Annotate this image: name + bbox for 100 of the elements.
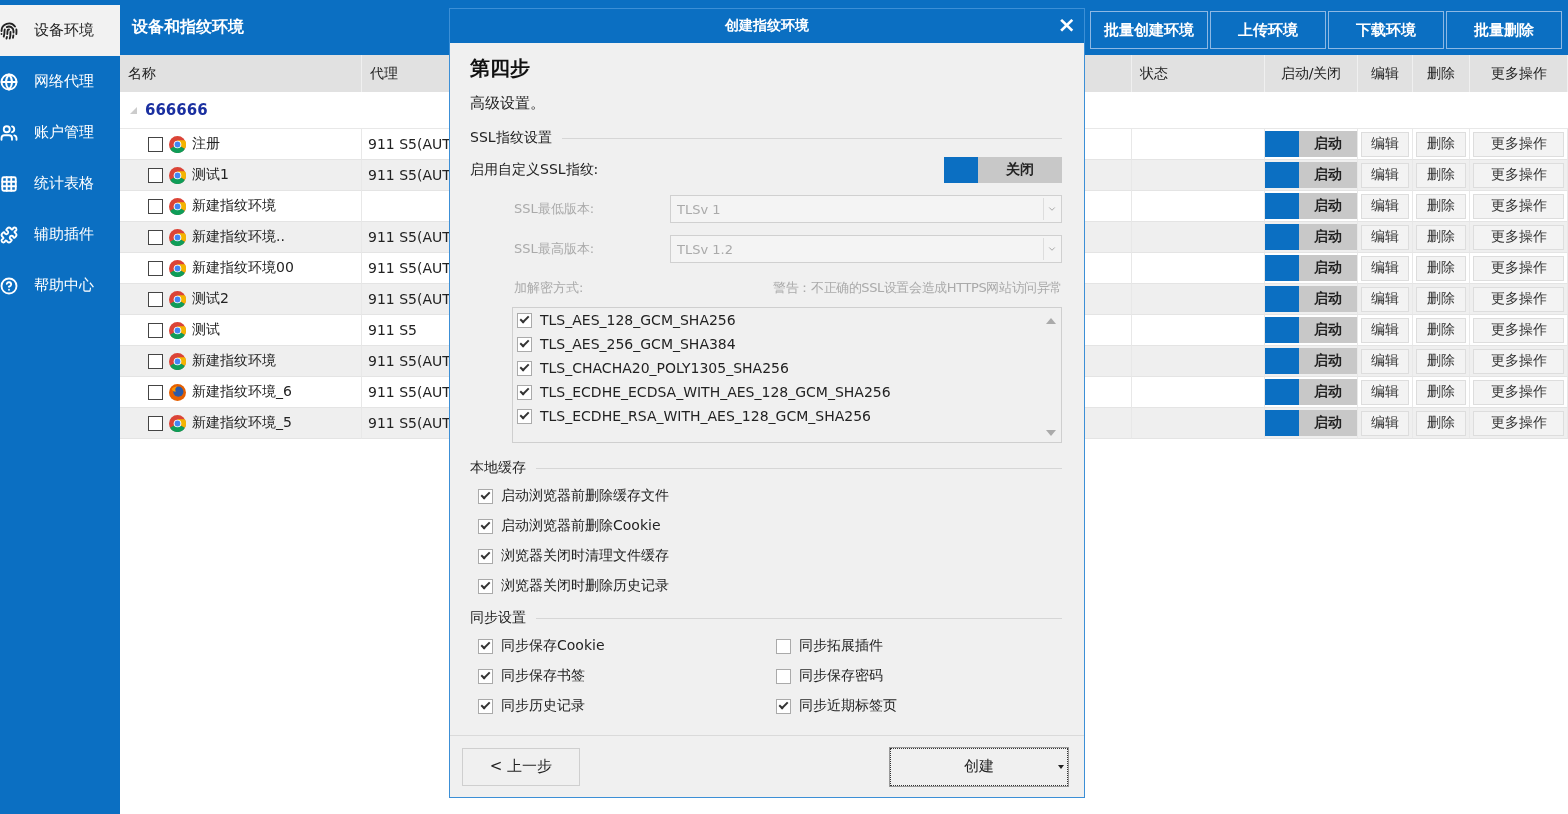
checkbox[interactable] (148, 198, 163, 214)
checkbox[interactable] (478, 668, 493, 684)
profile-name: 测试2 (192, 290, 229, 308)
action-button[interactable]: 编辑 (1361, 224, 1409, 250)
toggle-switch[interactable]: 关闭 (944, 157, 1062, 183)
checkbox[interactable] (478, 638, 493, 654)
checkbox[interactable] (478, 578, 493, 594)
action-button[interactable]: 编辑 (1361, 317, 1409, 343)
profile-name: 新建指纹环境.. (192, 228, 285, 246)
option-label: 同步保存密码 (799, 667, 883, 685)
create-button[interactable]: 创建 (890, 747, 1068, 786)
action-button[interactable]: 编辑 (1361, 286, 1409, 312)
profile-name: 新建指纹环境_6 (192, 383, 292, 401)
toolbar-button[interactable]: 下载环境 (1328, 11, 1444, 49)
toolbar-button[interactable]: 批量创建环境 (1090, 11, 1208, 49)
action-button[interactable]: 编辑 (1361, 162, 1409, 188)
step-subtitle: 高级设置。 (470, 94, 546, 113)
checkbox[interactable] (148, 260, 163, 276)
checkbox[interactable] (148, 291, 163, 307)
action-button[interactable]: 更多操作 (1473, 286, 1564, 312)
action-button[interactable]: 更多操作 (1473, 193, 1564, 219)
option-label: 同步保存Cookie (501, 637, 605, 655)
action-button[interactable]: 更多操作 (1473, 224, 1564, 250)
chrome-icon (169, 197, 186, 215)
profile-name: 新建指纹环境 (192, 352, 276, 370)
toggle-switch[interactable]: 启动 (1265, 348, 1357, 374)
toggle-switch[interactable]: 启动 (1265, 410, 1357, 436)
checkbox[interactable] (148, 136, 163, 152)
toggle-switch[interactable]: 启动 (1265, 286, 1357, 312)
checkbox[interactable] (148, 415, 163, 431)
page-title: 设备和指纹环境 (132, 17, 244, 38)
caret-icon (1046, 244, 1057, 254)
action-button[interactable]: 删除 (1416, 193, 1466, 219)
toggle-switch[interactable]: 启动 (1265, 224, 1357, 250)
toggle-switch[interactable]: 启动 (1265, 255, 1357, 281)
checkbox[interactable] (148, 229, 163, 245)
action-button[interactable]: 删除 (1416, 317, 1466, 343)
action-button[interactable]: 编辑 (1361, 348, 1409, 374)
toggle-switch[interactable]: 启动 (1265, 379, 1357, 405)
cipher-label: TLS_CHACHA20_POLY1305_SHA256 (540, 360, 789, 376)
checkbox[interactable] (776, 698, 791, 714)
toggle-switch[interactable]: 启动 (1265, 193, 1357, 219)
action-button[interactable]: 更多操作 (1473, 131, 1564, 157)
action-button[interactable]: 删除 (1416, 348, 1466, 374)
option-label: 同步近期标签页 (799, 697, 897, 715)
caret-icon (1046, 204, 1057, 214)
checkbox[interactable] (478, 488, 493, 504)
checkbox[interactable] (148, 322, 163, 338)
option-label: 同步历史记录 (501, 697, 585, 715)
action-button[interactable]: 编辑 (1361, 131, 1409, 157)
action-button[interactable]: 更多操作 (1473, 255, 1564, 281)
checkbox[interactable] (517, 384, 532, 400)
profile-name: 新建指纹环境00 (192, 259, 294, 277)
action-button[interactable]: 编辑 (1361, 379, 1409, 405)
column-header: 编辑 (1358, 55, 1413, 92)
caret-icon[interactable] (1058, 764, 1064, 769)
action-button[interactable]: 编辑 (1361, 255, 1409, 281)
action-button[interactable]: 删除 (1416, 255, 1466, 281)
action-button[interactable]: 删除 (1416, 162, 1466, 188)
toggle-switch[interactable]: 启动 (1265, 317, 1357, 343)
action-button[interactable]: 删除 (1416, 286, 1466, 312)
sidebar-item[interactable]: 设备环境 (0, 5, 120, 56)
section-title: 同步设置 (470, 609, 526, 627)
toggle-switch[interactable]: 启动 (1265, 162, 1357, 188)
toolbar-button[interactable]: 批量删除 (1446, 11, 1562, 49)
chrome-icon (169, 352, 186, 370)
checkbox[interactable] (478, 518, 493, 534)
action-button[interactable]: 更多操作 (1473, 379, 1564, 405)
checkbox[interactable] (478, 548, 493, 564)
action-button[interactable]: 删除 (1416, 410, 1466, 436)
checkbox[interactable] (776, 668, 791, 684)
checkbox[interactable] (517, 336, 532, 352)
checkbox[interactable] (148, 353, 163, 369)
checkbox[interactable] (776, 638, 791, 654)
checkbox[interactable] (517, 312, 532, 328)
option-label: 同步拓展插件 (799, 637, 883, 655)
checkbox[interactable] (478, 698, 493, 714)
action-button[interactable]: 编辑 (1361, 410, 1409, 436)
checkbox[interactable] (517, 360, 532, 376)
checkbox[interactable] (148, 384, 163, 400)
toggle-switch[interactable]: 启动 (1265, 131, 1357, 157)
column-header: 启动/关闭 (1265, 55, 1358, 92)
action-button[interactable]: 更多操作 (1473, 348, 1564, 374)
action-button[interactable]: 编辑 (1361, 193, 1409, 219)
fingerprint-icon (0, 21, 18, 40)
action-button[interactable]: 更多操作 (1473, 317, 1564, 343)
action-button[interactable]: 更多操作 (1473, 410, 1564, 436)
action-button[interactable]: 删除 (1416, 224, 1466, 250)
section-title: 本地缓存 (470, 459, 526, 477)
back-button[interactable]: < 上一步 (462, 747, 580, 786)
action-button[interactable]: 更多操作 (1473, 162, 1564, 188)
action-button[interactable]: 删除 (1416, 379, 1466, 405)
close-button[interactable]: × (1057, 14, 1076, 36)
toolbar-button[interactable]: 上传环境 (1210, 11, 1326, 49)
cipher-label: TLS_ECDHE_ECDSA_WITH_AES_128_GCM_SHA256 (540, 384, 891, 400)
checkbox[interactable] (517, 408, 532, 424)
profile-name: 注册 (192, 135, 220, 153)
action-button[interactable]: 删除 (1416, 131, 1466, 157)
checkbox[interactable] (148, 167, 163, 183)
puzzle-icon (0, 225, 18, 244)
